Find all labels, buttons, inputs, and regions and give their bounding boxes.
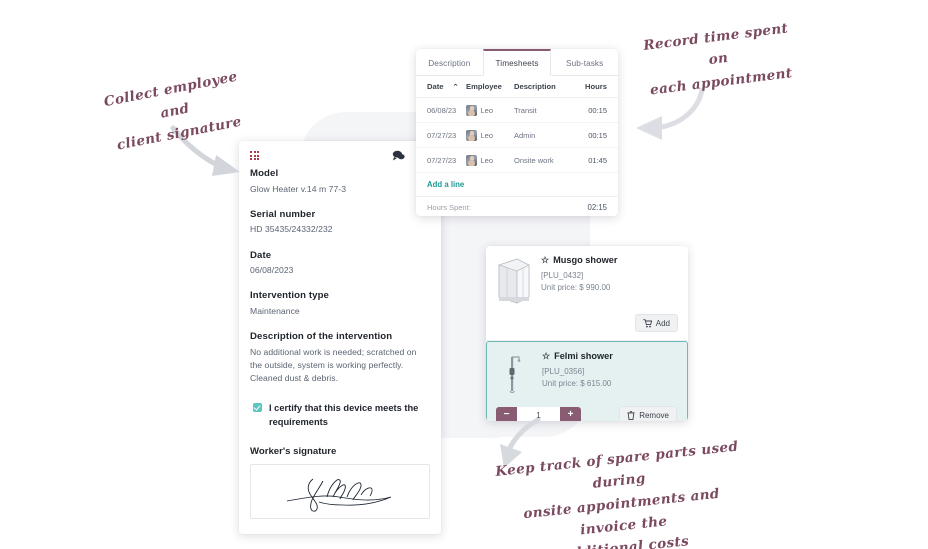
worker-signature-label: Worker's signature — [250, 445, 337, 457]
table-row[interactable]: 06/08/23 Leo Transit 00:15 — [416, 97, 618, 123]
add-a-line-button[interactable]: Add a line — [416, 173, 618, 197]
timesheet-panel: Description Timesheets Sub-tasks Date ⌃ … — [416, 49, 618, 216]
column-header-description[interactable]: Description — [514, 76, 576, 98]
hours-spent-row: Hours Spent: 02:15 — [416, 197, 618, 216]
certify-label: I certify that this device meets the req… — [269, 402, 419, 427]
product-name: Musgo shower — [553, 255, 618, 265]
product-title-row: ☆ Felmi shower — [542, 351, 677, 361]
cart-icon — [643, 318, 652, 327]
product-actions: Add — [495, 314, 678, 332]
avatar — [466, 129, 477, 141]
cell-employee: Leo — [466, 147, 514, 173]
add-button-label: Add — [655, 318, 670, 328]
field-date: Date 06/08/2023 — [250, 250, 430, 278]
form-panel-body: Model Glow Heater v.14 m 77-3 Serial num… — [239, 165, 441, 531]
shower-column-icon — [496, 351, 534, 399]
tab-timesheets[interactable]: Timesheets — [482, 49, 552, 76]
tab-sub-tasks[interactable]: Sub-tasks — [551, 49, 618, 75]
remove-item-button[interactable]: Remove — [619, 406, 677, 421]
timesheet-table: Date ⌃ Employee Description Hours 06/08/… — [416, 76, 618, 173]
field-model: Model Glow Heater v.14 m 77-3 — [250, 168, 430, 196]
field-description-label: Description of the intervention — [250, 331, 393, 343]
timesheet-tabs: Description Timesheets Sub-tasks — [416, 49, 618, 76]
field-description-value: No additional work is needed; scratched … — [250, 346, 417, 384]
field-model-value: Glow Heater v.14 m 77-3 — [250, 183, 347, 194]
column-header-date[interactable]: Date ⌃ — [416, 76, 466, 98]
cell-hours: 00:15 — [576, 97, 618, 123]
form-panel-toolbar — [239, 141, 441, 165]
product-name: Felmi shower — [554, 351, 613, 361]
field-intervention-type: Intervention type Maintenance — [250, 290, 430, 318]
product-title-row: ☆ Musgo shower — [541, 255, 678, 265]
field-serial-number: Serial number HD 35435/24332/232 — [250, 209, 430, 237]
avatar — [466, 154, 477, 166]
column-header-hours[interactable]: Hours — [576, 76, 618, 98]
certify-checkbox[interactable] — [253, 402, 262, 412]
cell-description: Transit — [514, 97, 576, 123]
spare-parts-panel: ☆ Musgo shower [PLU_0432] Unit price: $ … — [486, 246, 688, 421]
table-header-row: Date ⌃ Employee Description Hours — [416, 76, 618, 98]
sort-asc-icon: ⌃ — [452, 84, 459, 91]
product-code: [PLU_0432] — [541, 271, 584, 280]
field-serial-number-value: HD 35435/24332/232 — [250, 224, 333, 235]
cell-hours: 01:45 — [576, 147, 618, 173]
chat-bubbles-icon[interactable] — [392, 150, 405, 161]
cell-employee-name: Leo — [480, 155, 494, 165]
field-intervention-type-label: Intervention type — [250, 290, 329, 302]
table-row[interactable]: 07/27/23 Leo Onsite work 01:45 — [416, 147, 618, 173]
timesheet-table-head: Date ⌃ Employee Description Hours — [416, 76, 618, 98]
annotation-record-time: Record time spent on each appointment — [642, 20, 794, 99]
cell-description: Onsite work — [514, 147, 576, 173]
product-row-felmi-shower[interactable]: ☆ Felmi shower [PLU_0356] Unit price: $ … — [486, 341, 688, 421]
product-unit-price: Unit price: $ 615.00 — [542, 379, 612, 389]
field-description: Description of the intervention No addit… — [250, 331, 430, 385]
intervention-form-panel: Model Glow Heater v.14 m 77-3 Serial num… — [239, 141, 441, 534]
favorite-star-icon[interactable]: ☆ — [541, 255, 549, 265]
hours-spent-value: 02:15 — [587, 203, 607, 212]
worker-signature-block: Worker's signature — [250, 446, 430, 519]
screenshot-stage: Collect employee and client signature Re… — [0, 0, 928, 549]
trash-icon — [627, 410, 635, 420]
hours-spent-label: Hours Spent: — [427, 203, 471, 212]
field-model-label: Model — [250, 168, 279, 179]
cell-hours: 00:15 — [576, 122, 618, 148]
cell-date: 07/27/23 — [416, 147, 466, 173]
field-serial-number-label: Serial number — [250, 208, 316, 220]
remove-button-label: Remove — [639, 410, 669, 420]
cell-description: Admin — [514, 122, 576, 148]
field-date-label: Date — [250, 249, 272, 261]
product-row-musgo-shower[interactable]: ☆ Musgo shower [PLU_0432] Unit price: $ … — [486, 246, 688, 341]
cell-employee-name: Leo — [480, 130, 494, 140]
column-header-employee[interactable]: Employee — [466, 76, 514, 98]
product-code: [PLU_0356] — [542, 367, 585, 376]
avatar — [466, 104, 477, 116]
cell-employee-name: Leo — [480, 105, 494, 115]
signature-ink — [286, 478, 392, 512]
cell-date: 06/08/23 — [416, 97, 466, 123]
field-date-value: 06/08/2023 — [250, 265, 294, 276]
cell-employee: Leo — [466, 97, 514, 123]
favorite-star-icon[interactable]: ☆ — [542, 351, 550, 361]
timesheet-table-body: 06/08/23 Leo Transit 00:15 07/27/23 Leo … — [416, 97, 618, 173]
add-to-cart-button[interactable]: Add — [634, 314, 678, 332]
certify-checkbox-row[interactable]: I certify that this device meets the req… — [253, 402, 430, 430]
column-header-date-label: Date — [427, 82, 444, 91]
cell-employee: Leo — [466, 122, 514, 148]
shower-enclosure-icon — [495, 255, 533, 307]
table-row[interactable]: 07/27/23 Leo Admin 00:15 — [416, 122, 618, 148]
signature-canvas[interactable] — [250, 463, 430, 519]
field-intervention-type-value: Maintenance — [250, 305, 300, 316]
tab-description[interactable]: Description — [416, 49, 483, 75]
cell-date: 07/27/23 — [416, 122, 466, 148]
product-unit-price: Unit price: $ 990.00 — [541, 283, 611, 293]
